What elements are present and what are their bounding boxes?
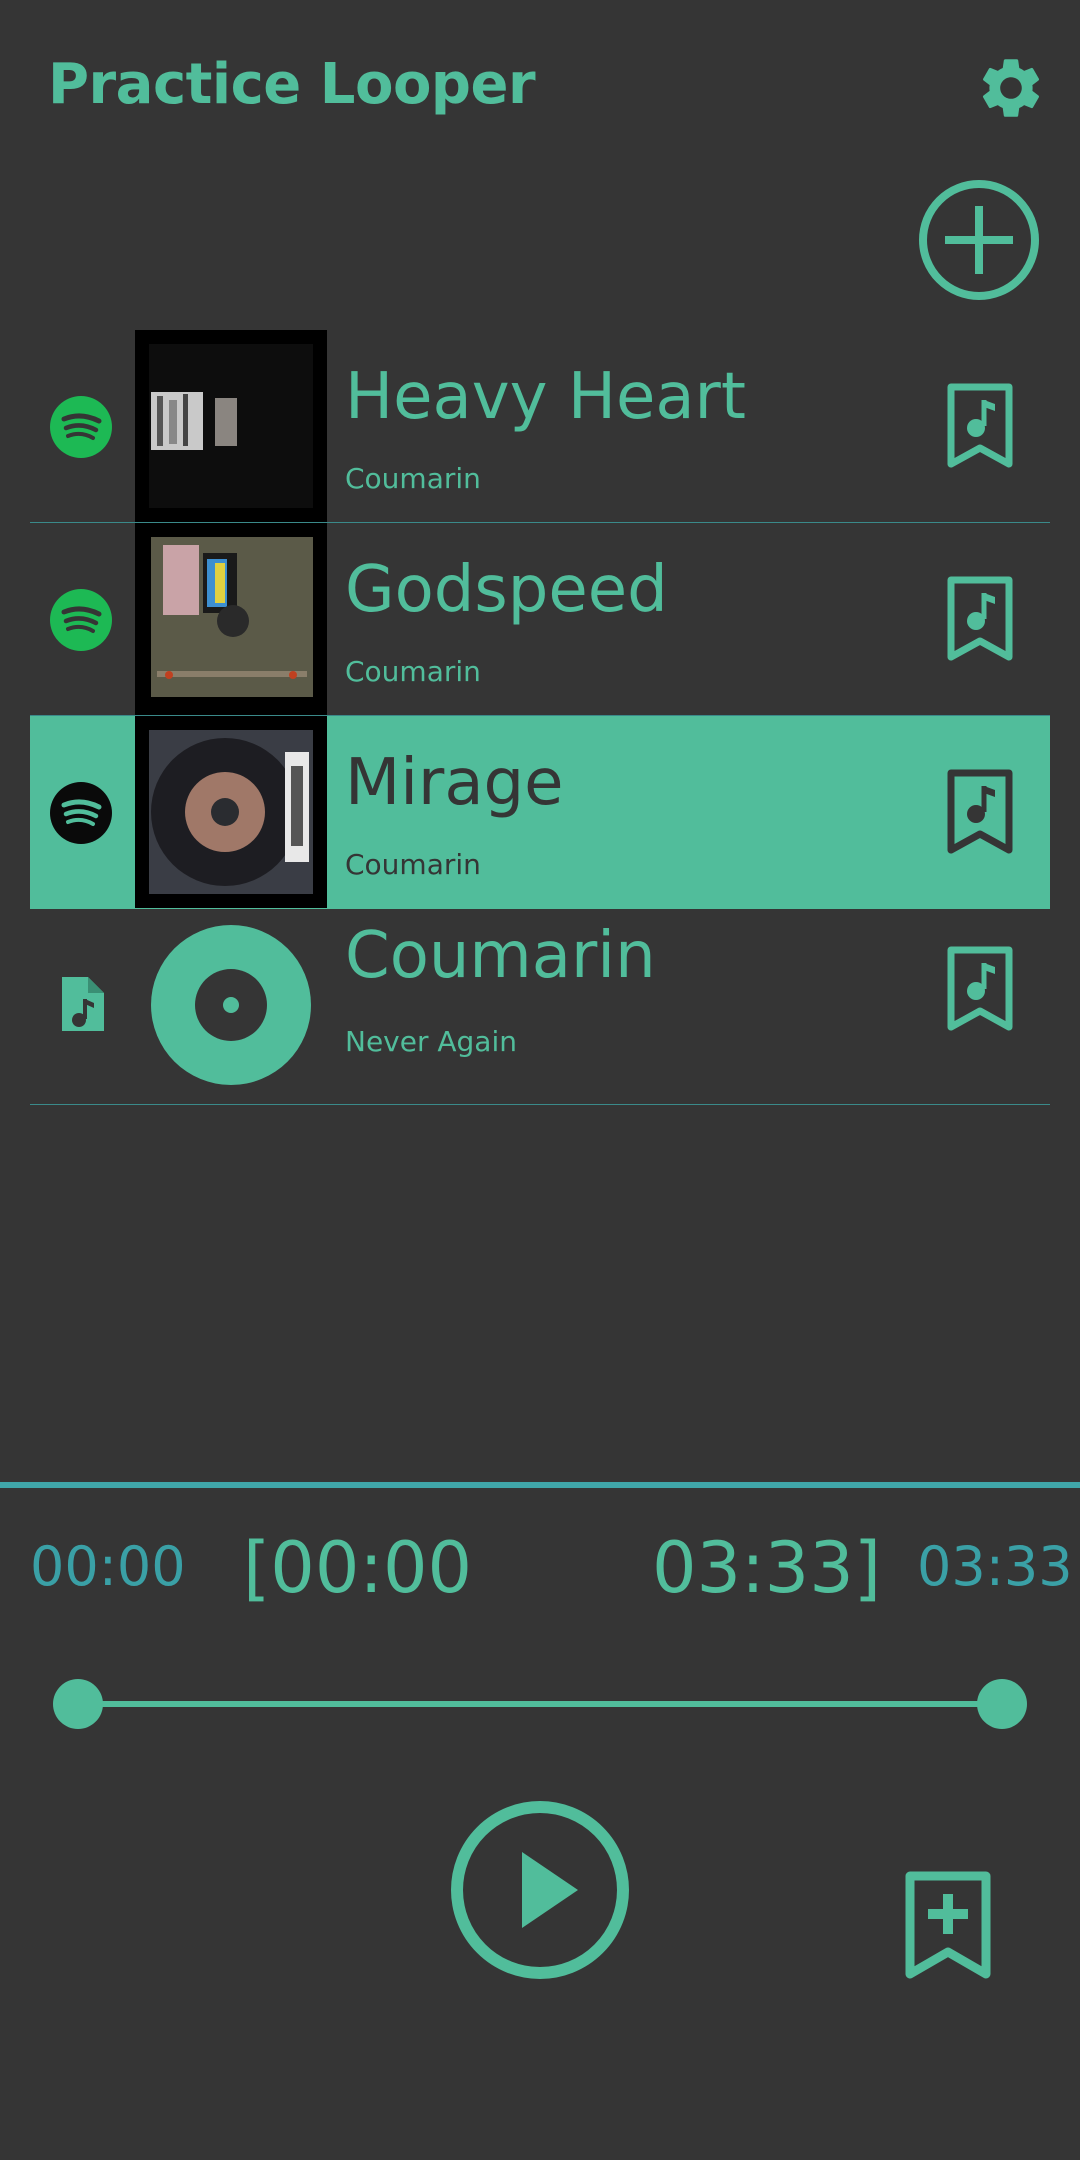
spotify-icon — [50, 782, 112, 844]
player-divider — [0, 1482, 1080, 1488]
bookmark-music-icon[interactable] — [945, 768, 1015, 856]
add-track-button[interactable] — [917, 178, 1041, 302]
track-artist: Coumarin — [345, 462, 481, 495]
music-file-icon — [62, 977, 104, 1031]
track-artist: Coumarin — [345, 655, 481, 688]
track-title: Mirage — [345, 746, 564, 820]
bookmark-music-icon[interactable] — [945, 945, 1015, 1033]
spotify-icon — [50, 589, 112, 651]
album-art — [135, 523, 327, 715]
loop-end-time[interactable]: 03:33] — [652, 1527, 881, 1609]
track-title: Godspeed — [345, 553, 668, 627]
bookmark-music-icon[interactable] — [945, 382, 1015, 470]
album-art — [135, 716, 327, 908]
disc-icon — [151, 925, 311, 1085]
track-row-mirage[interactable]: Mirage Coumarin — [30, 716, 1050, 909]
track-title: Coumarin — [345, 919, 656, 993]
track-list: Heavy Heart Coumarin Godspeed Coumarin M… — [30, 330, 1050, 1105]
app-title: Practice Looper — [48, 52, 536, 117]
track-title: Heavy Heart — [345, 360, 746, 434]
track-artist: Coumarin — [345, 848, 481, 881]
add-bookmark-button[interactable] — [904, 1870, 992, 1982]
loop-end-handle[interactable] — [977, 1679, 1027, 1729]
loop-range-slider[interactable] — [78, 1701, 1002, 1707]
current-time: 00:00 — [30, 1535, 186, 1598]
track-row-godspeed[interactable]: Godspeed Coumarin — [30, 523, 1050, 716]
total-time: 03:33 — [917, 1535, 1073, 1598]
album-art — [135, 330, 327, 522]
play-button[interactable] — [450, 1800, 630, 1980]
track-artist: Never Again — [345, 1025, 517, 1058]
spotify-icon — [50, 396, 112, 458]
track-row-coumarin[interactable]: Coumarin Never Again — [30, 909, 1050, 1105]
gear-icon[interactable] — [975, 52, 1047, 124]
loop-start-handle[interactable] — [53, 1679, 103, 1729]
loop-start-time[interactable]: [00:00 — [243, 1527, 472, 1609]
bookmark-music-icon[interactable] — [945, 575, 1015, 663]
track-row-heavy-heart[interactable]: Heavy Heart Coumarin — [30, 330, 1050, 523]
